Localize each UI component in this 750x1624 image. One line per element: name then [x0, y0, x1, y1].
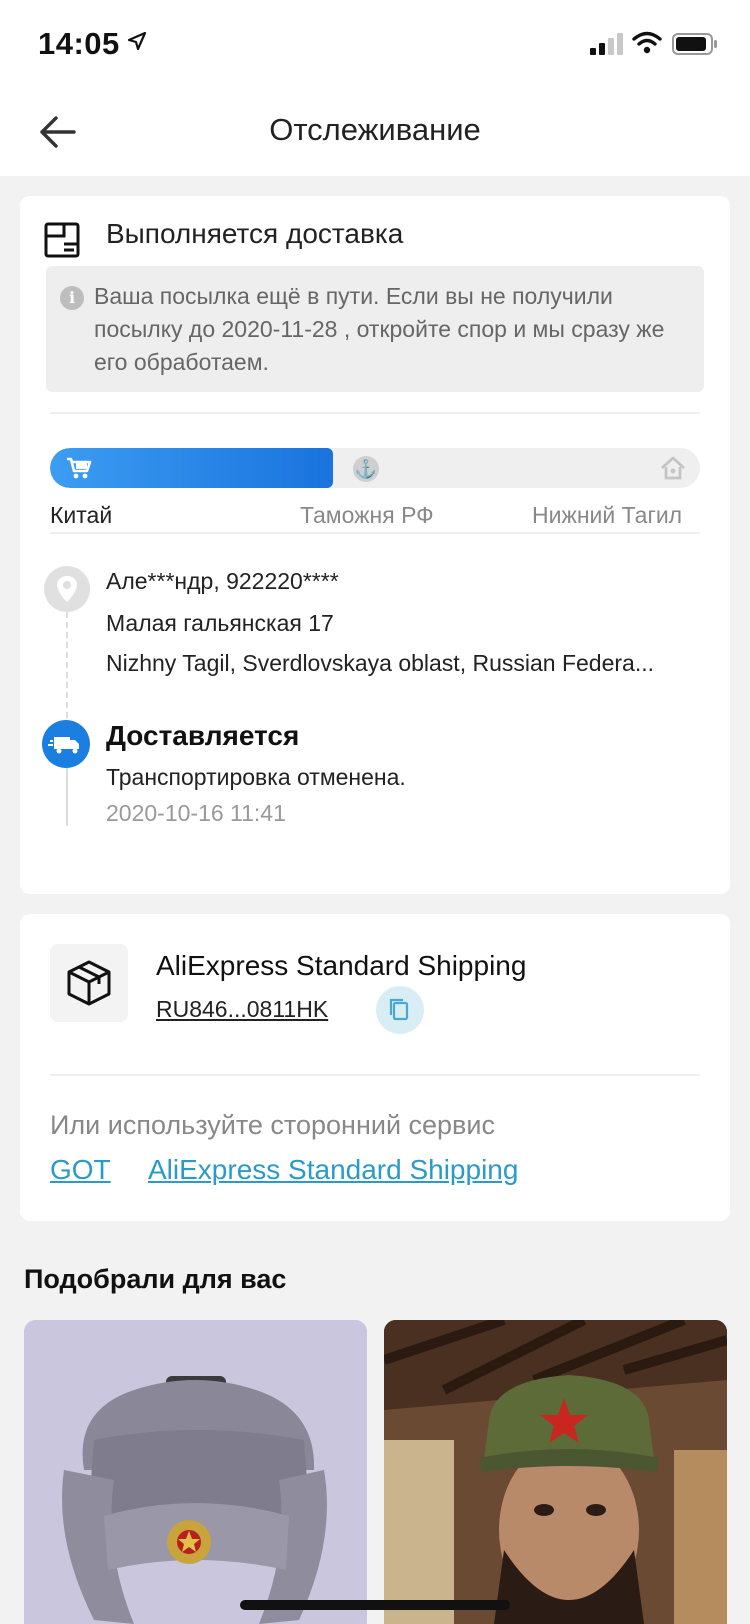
product-card-cap[interactable]: [384, 1320, 727, 1624]
address-pin: [44, 566, 90, 612]
package-thumbnail: [50, 944, 128, 1022]
third-party-label: Или используйте сторонний сервис: [50, 1110, 495, 1140]
got-tracking-link[interactable]: GOT: [50, 1154, 111, 1186]
event-date: 2020-10-16 11:41: [106, 800, 286, 826]
product-card-ushanka[interactable]: [24, 1320, 367, 1624]
recipient-city: Nizhny Tagil, Sverdlovskaya oblast, Russ…: [106, 650, 655, 676]
location-arrow-icon: [128, 32, 146, 50]
shipping-card: AliExpress Standard Shipping RU846...081…: [20, 914, 730, 1221]
anchor-icon: ⚓: [353, 456, 379, 482]
signal-icon: [590, 33, 623, 55]
cart-icon: [67, 457, 92, 479]
info-icon: i: [60, 286, 84, 310]
event-description: Транспортировка отменена.: [106, 764, 406, 790]
stage-destination: Нижний Тагил: [532, 502, 683, 528]
recipient-street: Малая гальянская 17: [106, 610, 334, 636]
page-title: Отслеживание: [269, 112, 481, 147]
military-cap-image: [384, 1320, 727, 1624]
stage-origin: Китай: [50, 502, 113, 528]
carrier-name: AliExpress Standard Shipping: [156, 950, 527, 981]
timeline-connector: [66, 612, 68, 720]
status-bar: 14:05: [0, 0, 750, 90]
notice-text: Ваша посылка ещё в пути. Если вы не полу…: [94, 283, 665, 375]
recommendations-title: Подобрали для вас: [24, 1264, 287, 1294]
location-pin-icon: [57, 576, 77, 602]
package-icon: [67, 960, 111, 1006]
dispute-notice: i Ваша посылка ещё в пути. Если вы не по…: [46, 266, 704, 392]
parcel-status-icon: [44, 222, 80, 258]
copy-icon: [389, 998, 409, 1021]
divider: [50, 1074, 700, 1076]
stage-customs: Таможня РФ: [300, 502, 434, 528]
home-indicator[interactable]: [240, 1600, 510, 1610]
ushanka-hat-image: [24, 1320, 367, 1624]
battery-icon: [672, 33, 717, 55]
home-icon: [661, 456, 685, 480]
nav-bar: Отслеживание: [0, 90, 750, 176]
event-title: Доставляется: [106, 720, 300, 751]
delivery-progress-bar: ⚓: [50, 448, 700, 488]
wifi-icon: [632, 31, 662, 54]
delivery-event-marker: [42, 720, 90, 768]
timeline-connector: [66, 768, 68, 826]
tracking-status-card: Выполняется доставка i Ваша посылка ещё …: [20, 196, 730, 894]
divider: [50, 412, 700, 414]
carrier-tracking-link[interactable]: AliExpress Standard Shipping: [148, 1154, 518, 1186]
truck-icon: [48, 737, 79, 754]
copy-tracking-button[interactable]: [376, 986, 424, 1034]
progress-fill: [50, 448, 333, 488]
clock: 14:05: [38, 26, 120, 61]
tracking-number[interactable]: RU846...0811HK: [156, 996, 328, 1023]
delivery-status-title: Выполняется доставка: [106, 218, 404, 249]
divider: [50, 532, 700, 534]
recipient-name: Але***ндр, 922220****: [106, 568, 339, 594]
